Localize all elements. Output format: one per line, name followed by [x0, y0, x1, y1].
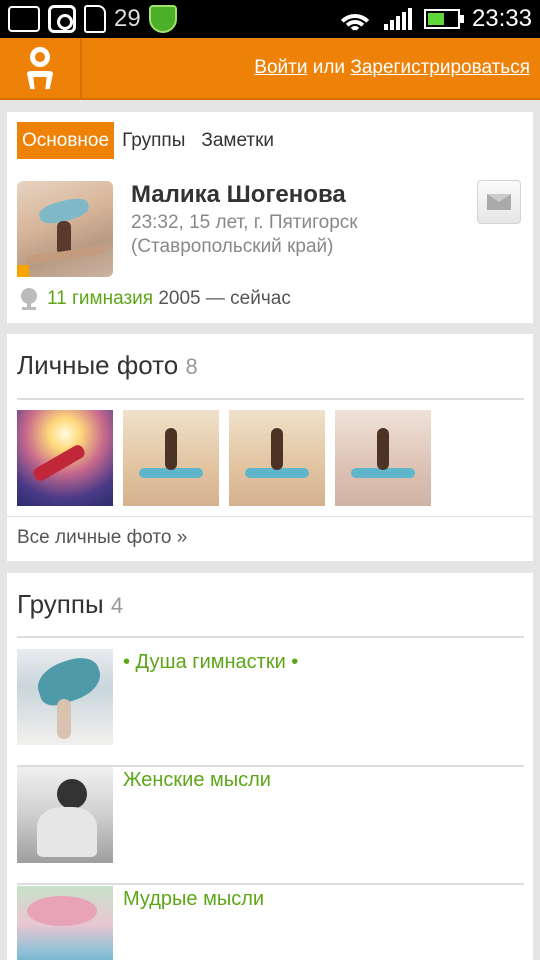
- status-bar: 29 23:33: [0, 0, 540, 38]
- photos-count: 8: [185, 354, 198, 379]
- profile-meta-line1: 23:32, 15 лет, г. Пятигорск: [131, 212, 358, 233]
- photo-thumbnail[interactable]: [229, 410, 325, 506]
- photos-card: Личные фото 8 Все личные фото »: [7, 334, 533, 561]
- school-link[interactable]: 11 гимназия: [47, 288, 153, 309]
- photos-title: Личные фото: [17, 350, 179, 380]
- group-image[interactable]: [17, 767, 113, 863]
- group-image[interactable]: [17, 886, 113, 960]
- send-message-button[interactable]: [477, 180, 521, 224]
- groups-count: 4: [110, 593, 124, 618]
- profile-tabs: Основное Группы Заметки: [17, 122, 282, 159]
- groups-card: Группы 4 • Душа гимнастки • Женские мысл…: [7, 573, 533, 960]
- group-name[interactable]: • Душа гимнастки •: [123, 651, 298, 674]
- divider: [17, 398, 524, 400]
- auth-links: Войти или Зарегистрироваться: [254, 57, 530, 79]
- profile-meta-line2: (Ставропольский край): [131, 236, 334, 257]
- instagram-icon: [48, 5, 76, 33]
- all-photos-link[interactable]: Все личные фото »: [17, 527, 187, 549]
- photo-thumbnails: [17, 410, 431, 506]
- shield-icon: [148, 5, 177, 33]
- ok-logo-icon: [20, 45, 60, 93]
- edit-icon: [8, 6, 40, 32]
- photo-thumbnail[interactable]: [17, 410, 113, 506]
- profile-name: Малика Шогенова: [131, 181, 346, 208]
- profile-card: Основное Группы Заметки Малика Шогенова …: [7, 112, 533, 323]
- battery-icon: [423, 9, 464, 29]
- divider: [17, 883, 524, 885]
- app-header: Войти или Зарегистрироваться: [0, 38, 540, 100]
- groups-title: Группы: [17, 589, 104, 619]
- clock: 23:33: [471, 5, 532, 32]
- tab-notes[interactable]: Заметки: [193, 122, 282, 159]
- avatar[interactable]: [17, 181, 113, 277]
- tab-groups[interactable]: Группы: [114, 122, 193, 159]
- signal-icon: [383, 8, 412, 30]
- wifi-icon: [337, 6, 372, 32]
- group-image[interactable]: [17, 649, 113, 745]
- divider: [17, 636, 524, 638]
- photo-thumbnail[interactable]: [123, 410, 219, 506]
- sd-card-icon: [84, 5, 106, 33]
- ok-logo[interactable]: [0, 38, 82, 100]
- groups-title-row: Группы 4: [17, 589, 123, 620]
- school-info: 11 гимназия 2005 — сейчас: [19, 288, 291, 310]
- group-item[interactable]: • Душа гимнастки •: [17, 649, 524, 767]
- or-text: или: [312, 57, 346, 78]
- envelope-icon: [487, 194, 511, 210]
- photo-thumbnail[interactable]: [335, 410, 431, 506]
- notification-count: 29: [114, 5, 141, 32]
- login-link[interactable]: Войти: [254, 57, 307, 78]
- group-item[interactable]: Женские мысли: [17, 767, 524, 885]
- divider: [7, 516, 533, 517]
- group-name[interactable]: Женские мысли: [123, 769, 271, 792]
- group-name[interactable]: Мудрые мысли: [123, 888, 264, 911]
- online-indicator: [17, 265, 29, 277]
- tab-main[interactable]: Основное: [17, 122, 115, 159]
- register-link[interactable]: Зарегистрироваться: [350, 57, 530, 78]
- globe-icon: [19, 288, 39, 310]
- school-years: 2005 — сейчас: [158, 288, 291, 309]
- group-item[interactable]: Мудрые мысли: [17, 886, 524, 960]
- photos-title-row: Личные фото 8: [17, 350, 198, 381]
